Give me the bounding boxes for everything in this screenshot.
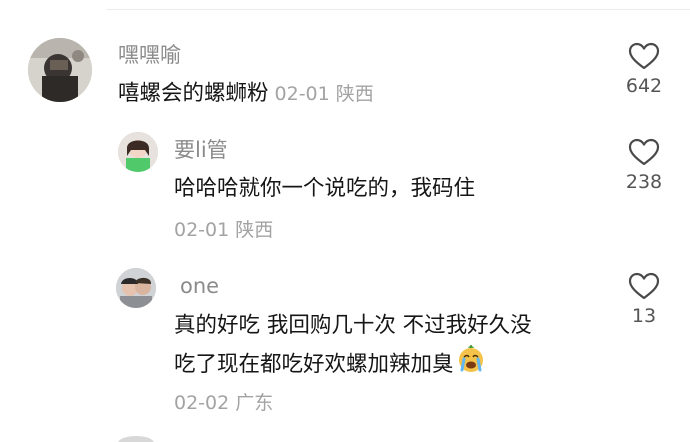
username[interactable]: one (180, 273, 219, 299)
comment-location: 陕西 (335, 83, 374, 105)
avatar[interactable] (118, 132, 158, 172)
like-button[interactable]: 13 (614, 272, 674, 328)
like-button[interactable]: 238 (614, 138, 674, 194)
comment-text[interactable]: 真的好吃 我回购几十次 不过我好久没 吃了现在都吃好欢螺加辣加臭 (174, 308, 532, 386)
comment-text-content: 嘻螺会的螺蛳粉 (118, 81, 269, 106)
comment-date: 02-01 (174, 219, 230, 241)
crying-face-emoji-icon (456, 344, 486, 386)
heart-outline-icon (628, 138, 660, 166)
like-button[interactable]: 642 (614, 42, 674, 98)
comment-date: 02-02 (174, 392, 230, 414)
comment-location: 广东 (235, 392, 274, 414)
comment-text[interactable]: 嘻螺会的螺蛳粉 02-01 陕西 (118, 76, 374, 112)
avatar[interactable] (116, 268, 156, 308)
username[interactable]: 嘿嘿喻 (118, 42, 181, 68)
heart-outline-icon (628, 42, 660, 70)
heart-outline-icon (628, 272, 660, 300)
comment-section: 嘿嘿喻 嘻螺会的螺蛳粉 02-01 陕西 642 要li管 哈哈哈就你一个说吃的，我… (0, 0, 690, 442)
comment-date: 02-01 (274, 83, 330, 105)
divider (106, 9, 690, 10)
comment-text[interactable]: 哈哈哈就你一个说吃的，我码住 (174, 171, 475, 207)
like-count: 642 (625, 75, 663, 97)
like-count: 238 (625, 171, 663, 193)
avatar[interactable] (28, 38, 92, 102)
like-count: 13 (631, 305, 657, 327)
comment-meta: 02-02 广东 (174, 391, 273, 415)
comment-text-line: 真的好吃 我回购几十次 不过我好久没 (174, 313, 532, 338)
next-avatar-peek (118, 436, 154, 442)
comment-meta: 02-01 陕西 (174, 218, 273, 242)
username[interactable]: 要li管 (174, 137, 228, 163)
comment-text-line-content: 吃了现在都吃好欢螺加辣加臭 (174, 352, 454, 377)
comment-text-line-2: 吃了现在都吃好欢螺加辣加臭 (174, 344, 532, 386)
comment-location: 陕西 (235, 219, 274, 241)
